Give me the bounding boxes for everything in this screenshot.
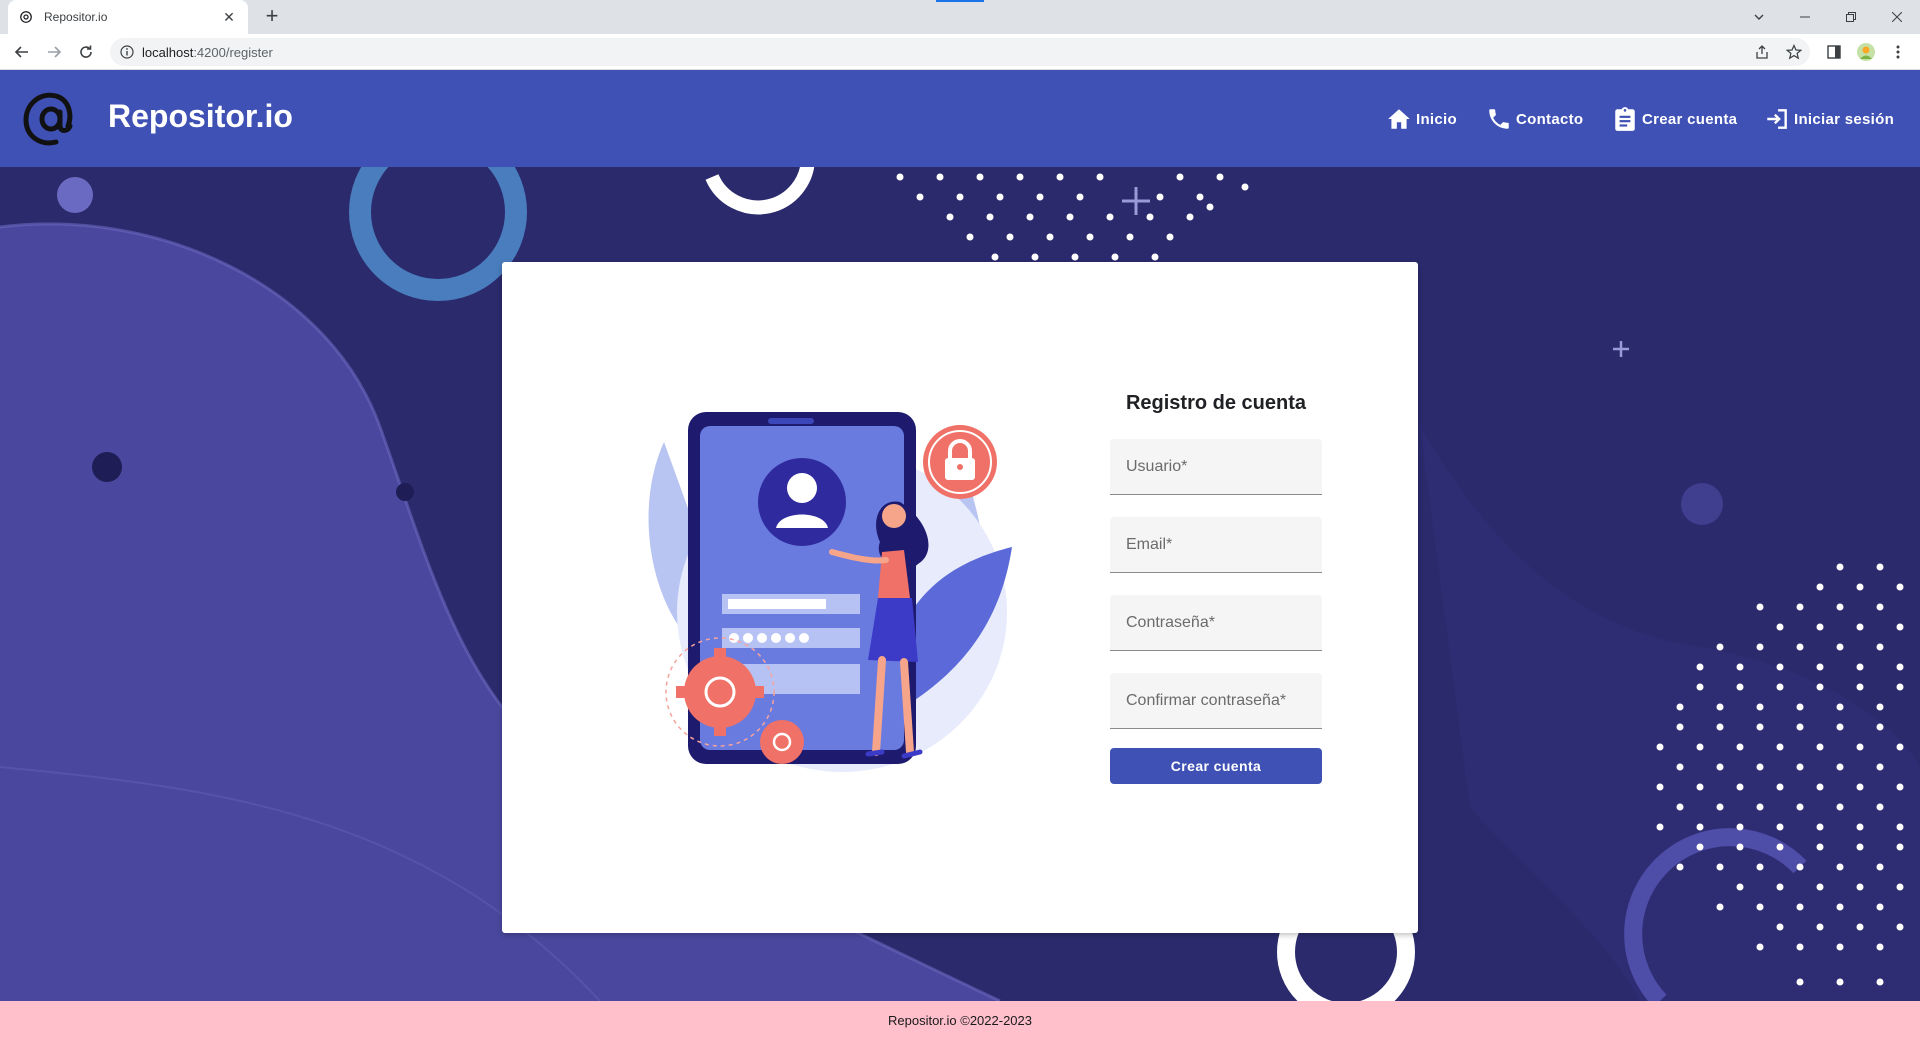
url-host: localhost	[142, 44, 194, 60]
browser-menu-icon[interactable]	[1888, 42, 1908, 62]
site-info-icon[interactable]	[120, 45, 134, 59]
home-icon	[1388, 109, 1410, 129]
confirm-password-input[interactable]	[1110, 673, 1322, 728]
clipboard-icon	[1615, 107, 1635, 131]
email-input[interactable]	[1110, 517, 1322, 572]
tab-indicator	[936, 0, 984, 2]
restore-icon[interactable]	[1828, 0, 1874, 34]
register-illustration	[642, 402, 1042, 782]
tab-search-icon[interactable]	[1736, 0, 1782, 34]
password-field[interactable]	[1110, 595, 1322, 651]
nav-register-label: Crear cuenta	[1642, 110, 1738, 128]
phone-icon	[1489, 109, 1509, 129]
password-input[interactable]	[1110, 595, 1322, 650]
browser-tab[interactable]: Repositor.io ✕	[8, 0, 248, 34]
email-field[interactable]	[1110, 517, 1322, 573]
username-field[interactable]	[1110, 439, 1322, 495]
nav-home-label: Inicio	[1416, 110, 1457, 128]
browser-toolbar: localhost:4200/register	[0, 34, 1920, 70]
register-card: Registro de cuenta Crear cuenta	[502, 262, 1418, 933]
confirm-password-field[interactable]	[1110, 673, 1322, 729]
minimize-icon[interactable]	[1782, 0, 1828, 34]
form-title: Registro de cuenta	[1125, 392, 1307, 414]
bookmark-star-icon[interactable]	[1784, 42, 1804, 62]
tab-title: Repositor.io	[44, 10, 108, 24]
forward-icon[interactable]	[40, 38, 68, 66]
address-bar[interactable]: localhost:4200/register	[110, 38, 1810, 66]
nav-login-label: Iniciar sesión	[1794, 110, 1895, 128]
browser-tabstrip: Repositor.io ✕ +	[0, 0, 1920, 34]
nav-login[interactable]: Iniciar sesión	[1764, 104, 1894, 134]
tab-close-icon[interactable]: ✕	[220, 9, 238, 26]
username-input[interactable]	[1110, 439, 1322, 494]
nav-register[interactable]: Crear cuenta	[1612, 104, 1737, 134]
at-sign-logo-icon[interactable]	[18, 86, 84, 152]
footer-text: Repositor.io ©2022-2023	[887, 1013, 1032, 1028]
reload-icon[interactable]	[72, 38, 100, 66]
close-window-icon[interactable]	[1874, 0, 1920, 34]
nav-contact[interactable]: Contacto	[1486, 104, 1583, 134]
login-icon	[1767, 109, 1787, 129]
share-icon[interactable]	[1752, 42, 1772, 62]
footer: Repositor.io ©2022-2023	[0, 1001, 1920, 1040]
nav-home[interactable]: Inicio	[1386, 104, 1457, 134]
brand-name[interactable]: Repositor.io	[108, 98, 293, 135]
side-panel-icon[interactable]	[1824, 42, 1844, 62]
at-sign-favicon-icon	[18, 9, 34, 25]
back-icon[interactable]	[8, 38, 36, 66]
profile-avatar-icon[interactable]	[1856, 42, 1876, 62]
url-path: :4200/register	[193, 44, 273, 60]
nav-contact-label: Contacto	[1516, 110, 1584, 128]
create-account-button[interactable]: Crear cuenta	[1110, 748, 1322, 784]
new-tab-icon[interactable]: +	[260, 5, 284, 29]
register-form: Registro de cuenta Crear cuenta	[1110, 392, 1322, 784]
